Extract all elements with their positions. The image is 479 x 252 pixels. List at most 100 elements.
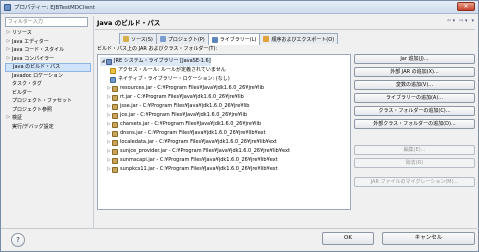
window-title: プロパティー: EJBTestMDClient	[14, 5, 95, 11]
category-item-project-facets[interactable]: プロジェクト・ファセット	[5, 97, 91, 106]
edit-button[interactable]: 編集(E)...	[354, 145, 475, 155]
category-item-java-compiler[interactable]: ▷ Java コンパイラー	[5, 55, 91, 64]
tree-label: sunjce_provider.jar - C:¥Program Files¥J…	[120, 148, 290, 154]
tree-label: sunpkcs11.jar - C:¥Program Files¥Java¥jd…	[120, 166, 278, 172]
category-tree: ▷ リソース ▷ Java エディター ▷ Java コード・スタイル ▷ Java コ…	[5, 29, 91, 225]
jar-icon	[112, 94, 118, 101]
jar-icon	[112, 166, 118, 173]
header-separator	[95, 29, 475, 30]
tab-libraries[interactable]: ライブラリー(L)	[207, 33, 261, 45]
access-rule-icon	[110, 67, 116, 74]
ok-button[interactable]: OK	[322, 232, 374, 245]
expand-icon[interactable]: ▷	[5, 29, 12, 38]
category-label: Java コンパイラー	[12, 55, 55, 62]
category-item-run-debug-settings[interactable]: 実行/デバッグ設定	[5, 123, 91, 132]
native-library-icon	[110, 76, 116, 83]
add-library-button[interactable]: ライブラリーの追加(A)...	[354, 93, 475, 103]
filter-input[interactable]	[5, 17, 88, 27]
help-icon[interactable]: ?	[11, 233, 25, 247]
tree-row-native-location[interactable]: ネイティブ・ライブラリー・ロケーション: (なし)	[110, 75, 230, 84]
jar-list-label: ビルド・パス上の JAR およびクラス・フォルダー(T):	[97, 46, 218, 52]
tree-label: rt.jar - C:¥Program Files¥Java¥jdk1.6.0_…	[120, 94, 244, 100]
tree-row-jre-library[interactable]: ◢ JRE システム・ライブラリー [JavaSE-1.6]	[100, 57, 211, 66]
page-header: Java のビルド・パス	[95, 15, 477, 29]
category-item-java-editor[interactable]: ▷ Java エディター	[5, 38, 91, 47]
category-label: タスク・タグ	[12, 81, 42, 87]
category-label: リソース	[12, 30, 32, 36]
tree-row-jar[interactable]: ▷ localedata.jar - C:¥Program Files¥Java¥…	[106, 138, 277, 147]
category-label: ビルダー	[12, 89, 33, 96]
source-folder-icon	[123, 36, 129, 42]
forward-icon[interactable]: ⇨ ▾	[459, 18, 467, 24]
tab-source[interactable]: ソース(S)	[119, 33, 157, 44]
category-item-resource[interactable]: ▷ リソース	[5, 29, 91, 38]
tree-label: resources.jar - C:¥Program Files¥Java¥jd…	[120, 85, 265, 91]
tree-row-jar[interactable]: ▷ sunpkcs11.jar - C:¥Program Files¥Java¥j…	[106, 165, 278, 174]
add-jar-button[interactable]: Jar 追加(J)...	[354, 54, 475, 64]
category-item-task-tags[interactable]: タスク・タグ	[5, 80, 91, 89]
tree-row-jar[interactable]: ▷ jsse.jar - C:¥Program Files¥Java¥jdk1.6…	[106, 102, 249, 111]
page-nav-icons: ⇦ ▾ ⇨ ▾ ▾	[447, 18, 474, 24]
expand-icon[interactable]: ▷	[5, 38, 12, 47]
panel-divider[interactable]	[93, 16, 94, 228]
jar-icon	[112, 85, 118, 92]
tab-projects[interactable]: プロジェクト(P)	[155, 33, 209, 44]
library-tree[interactable]: ◢ JRE システム・ライブラリー [JavaSE-1.6] アクセス・ルール: …	[97, 54, 351, 210]
libraries-tab-content: ビルド・パス上の JAR およびクラス・フォルダー(T): ◢ JRE システム・…	[95, 45, 477, 228]
tree-label: dnsns.jar - C:¥Program Files¥Java¥jdk1.6…	[120, 130, 266, 136]
build-path-tabs: ソース(S) プロジェクト(P) ライブラリー(L) 順序およびエクスポート(O…	[119, 33, 339, 45]
cancel-button[interactable]: キャンセル	[382, 232, 475, 245]
tree-label: sunmscapi.jar - C:¥Program Files¥Java¥jd…	[120, 157, 278, 163]
order-export-icon	[263, 36, 270, 42]
expand-icon[interactable]: ▷	[5, 46, 12, 55]
category-label: 実行/デバッグ設定	[12, 123, 54, 130]
category-label: Javadoc ロケーション	[12, 72, 64, 79]
category-item-javadoc-location[interactable]: Javadoc ロケーション	[5, 72, 91, 81]
tree-row-jar[interactable]: ▷ sunjce_provider.jar - C:¥Program Files¥…	[106, 147, 290, 156]
jar-icon	[112, 148, 118, 155]
category-label: プロジェクト参照	[12, 106, 53, 113]
back-icon[interactable]: ⇦ ▾	[447, 18, 455, 24]
category-label: Java コード・スタイル	[12, 47, 65, 53]
category-item-validation[interactable]: ▷ 検証	[5, 114, 91, 123]
tab-order-export[interactable]: 順序およびエクスポート(O)	[259, 33, 339, 44]
jar-icon	[112, 157, 118, 164]
category-item-java-code-style[interactable]: ▷ Java コード・スタイル	[5, 46, 91, 55]
jar-icon	[112, 121, 118, 128]
category-item-project-references[interactable]: プロジェクト参照	[5, 106, 91, 115]
tree-label: jsse.jar - C:¥Program Files¥Java¥jdk1.6.…	[120, 103, 250, 109]
tree-row-access-rules[interactable]: アクセス・ルール: ルールが定義されていません	[110, 66, 226, 75]
add-external-jar-button[interactable]: 外部 JAR の追加(X)...	[354, 67, 475, 77]
remove-button[interactable]: 除去(R)	[354, 158, 475, 168]
tree-label: charsets.jar - C:¥Program Files¥Java¥jdk…	[120, 121, 262, 127]
expand-icon[interactable]: ▷	[5, 55, 12, 64]
close-button[interactable]: ✕	[457, 2, 475, 11]
build-path-page: Java のビルド・パス ⇦ ▾ ⇨ ▾ ▾ ソース(S) プロジェクト(P) …	[95, 15, 477, 228]
tree-label: ネイティブ・ライブラリー・ロケーション: (なし)	[118, 76, 230, 82]
tab-label: 順序およびエクスポート(O)	[271, 36, 335, 43]
tab-label: プロジェクト(P)	[167, 36, 205, 43]
menu-icon[interactable]: ▾	[471, 18, 474, 24]
category-item-builders[interactable]: ビルダー	[5, 89, 91, 98]
tree-row-jar[interactable]: ▷ rt.jar - C:¥Program Files¥Java¥jdk1.6.0…	[106, 93, 244, 102]
migrate-jar-button[interactable]: JAR ファイルのマイグレーション(M)...	[354, 177, 475, 187]
tree-row-jar[interactable]: ▷ charsets.jar - C:¥Program Files¥Java¥jd…	[106, 120, 261, 129]
category-item-java-build-path[interactable]: Java のビルド・パス	[5, 63, 91, 72]
jar-icon	[112, 103, 118, 110]
tab-label: ライブラリー(L)	[219, 37, 257, 43]
category-label: プロジェクト・ファセット	[12, 98, 73, 104]
tree-row-jar[interactable]: ▷ resources.jar - C:¥Program Files¥Java¥j…	[106, 84, 264, 93]
add-variable-button[interactable]: 変数の追加(V)...	[354, 80, 475, 90]
tree-row-jar[interactable]: ▷ sunmscapi.jar - C:¥Program Files¥Java¥j…	[106, 156, 278, 165]
tab-label: ソース(S)	[131, 36, 153, 43]
tree-row-jar[interactable]: ▷ jce.jar - C:¥Program Files¥Java¥jdk1.6.…	[106, 111, 247, 120]
page-title: Java のビルド・パス	[97, 19, 161, 27]
tree-label: jce.jar - C:¥Program Files¥Java¥jdk1.6.0…	[120, 112, 248, 118]
tree-row-jar[interactable]: ▷ dnsns.jar - C:¥Program Files¥Java¥jdk1.…	[106, 129, 266, 138]
properties-icon	[4, 3, 11, 11]
add-external-class-folder-button[interactable]: 外部クラス・フォルダーの追加(D)...	[354, 119, 475, 129]
category-label: Java エディター	[12, 38, 49, 45]
expand-icon[interactable]: ▷	[5, 114, 12, 123]
library-icon	[211, 36, 218, 43]
add-class-folder-button[interactable]: クラス・フォルダーの追加(C)...	[354, 106, 475, 116]
